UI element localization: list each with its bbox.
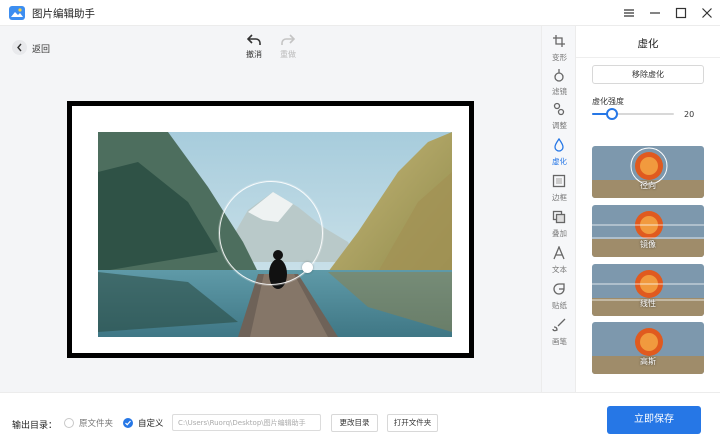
tool-border[interactable]: 边框	[542, 172, 577, 206]
preset-linear[interactable]: 线性	[592, 264, 704, 316]
overlay-icon	[552, 210, 566, 224]
minimize-icon	[650, 12, 660, 14]
maximize-icon	[675, 7, 687, 19]
preset-label: 高斯	[640, 357, 656, 366]
panel-title: 虚化	[637, 38, 659, 50]
blur-ring-handle[interactable]	[302, 262, 313, 273]
tool-overlay[interactable]: 叠加	[542, 208, 577, 242]
app-window: 图片编辑助手 返回 撤消 重做 变形 滤镜 调整 虚化 边框 叠加 文本 贴纸 …	[0, 0, 720, 447]
tool-label: 画笔	[552, 337, 567, 346]
redo-icon	[281, 34, 295, 45]
blur-panel: 虚化 移除虚化 虚化强度 20 径向 镜像 线性 高斯	[576, 26, 720, 392]
check-icon	[125, 420, 131, 426]
drop-icon	[554, 138, 564, 152]
filter-icon	[554, 69, 564, 82]
tool-text[interactable]: 文本	[542, 244, 577, 278]
output-path-input[interactable]	[172, 414, 321, 431]
intensity-value: 20	[684, 110, 695, 119]
minimize-button[interactable]	[644, 3, 666, 23]
maximize-button[interactable]	[670, 3, 692, 23]
tool-blur[interactable]: 虚化	[542, 136, 577, 170]
tool-label: 贴纸	[552, 301, 567, 310]
tool-transform[interactable]: 变形	[542, 32, 577, 66]
tool-sticker[interactable]: 贴纸	[542, 280, 577, 314]
close-button[interactable]	[696, 3, 718, 23]
redo-button[interactable]: 重做	[274, 34, 302, 64]
option-original-label: 原文件夹	[79, 419, 114, 429]
tool-label: 变形	[552, 53, 567, 62]
preset-label: 径向	[640, 181, 656, 190]
border-icon	[552, 174, 566, 188]
preset-gaussian[interactable]: 高斯	[592, 322, 704, 374]
undo-icon	[247, 34, 261, 45]
bottom-bar: 输出目录： 原文件夹 自定义 更改目录 打开文件夹 立即保存	[0, 392, 720, 447]
tool-label: 虚化	[552, 157, 567, 166]
text-icon	[553, 246, 565, 260]
back-button[interactable]: 返回	[12, 40, 72, 56]
tool-adjust[interactable]: 调整	[542, 100, 577, 134]
title-bar: 图片编辑助手	[0, 0, 720, 26]
tool-label: 滤镜	[552, 87, 567, 96]
preset-radial[interactable]: 径向	[592, 146, 704, 198]
sticker-icon	[553, 283, 565, 295]
chevron-left-icon	[17, 43, 22, 52]
tool-label: 叠加	[552, 229, 567, 238]
radio-original-folder[interactable]	[64, 418, 74, 428]
slider-knob[interactable]	[605, 108, 618, 120]
app-logo-icon	[9, 6, 25, 20]
undo-button[interactable]: 撤消	[240, 34, 268, 64]
tool-brush[interactable]: 画笔	[542, 316, 577, 350]
back-label: 返回	[32, 45, 51, 55]
tool-label: 文本	[552, 265, 567, 274]
redo-label: 重做	[280, 50, 296, 59]
save-now-button[interactable]: 立即保存	[607, 406, 701, 434]
preset-label: 线性	[640, 299, 656, 308]
tool-strip: 变形 滤镜 调整 虚化 边框 叠加 文本 贴纸 画笔	[541, 26, 576, 392]
adjust-icon	[553, 102, 565, 116]
tool-filter[interactable]: 滤镜	[542, 66, 577, 100]
intensity-slider[interactable]	[592, 107, 674, 121]
preset-mirror[interactable]: 镜像	[592, 205, 704, 257]
menu-button[interactable]	[618, 3, 640, 23]
intensity-label: 虚化强度	[592, 97, 624, 106]
menu-icon	[624, 9, 634, 17]
back-circle	[12, 40, 27, 55]
crop-icon	[553, 35, 565, 47]
remove-blur-button[interactable]: 移除虚化	[592, 65, 704, 84]
app-title: 图片编辑助手	[32, 8, 95, 20]
tool-label: 边框	[552, 193, 567, 202]
output-dir-label: 输出目录：	[12, 421, 58, 431]
preset-label: 镜像	[640, 240, 656, 249]
radio-custom[interactable]	[123, 418, 133, 428]
open-folder-button[interactable]: 打开文件夹	[387, 414, 438, 432]
brush-icon	[552, 318, 566, 332]
change-dir-button[interactable]: 更改目录	[331, 414, 378, 432]
divider	[576, 57, 720, 58]
close-icon	[702, 8, 712, 18]
tool-label: 调整	[552, 121, 567, 130]
undo-label: 撤消	[246, 50, 262, 59]
option-custom-label: 自定义	[138, 419, 164, 429]
